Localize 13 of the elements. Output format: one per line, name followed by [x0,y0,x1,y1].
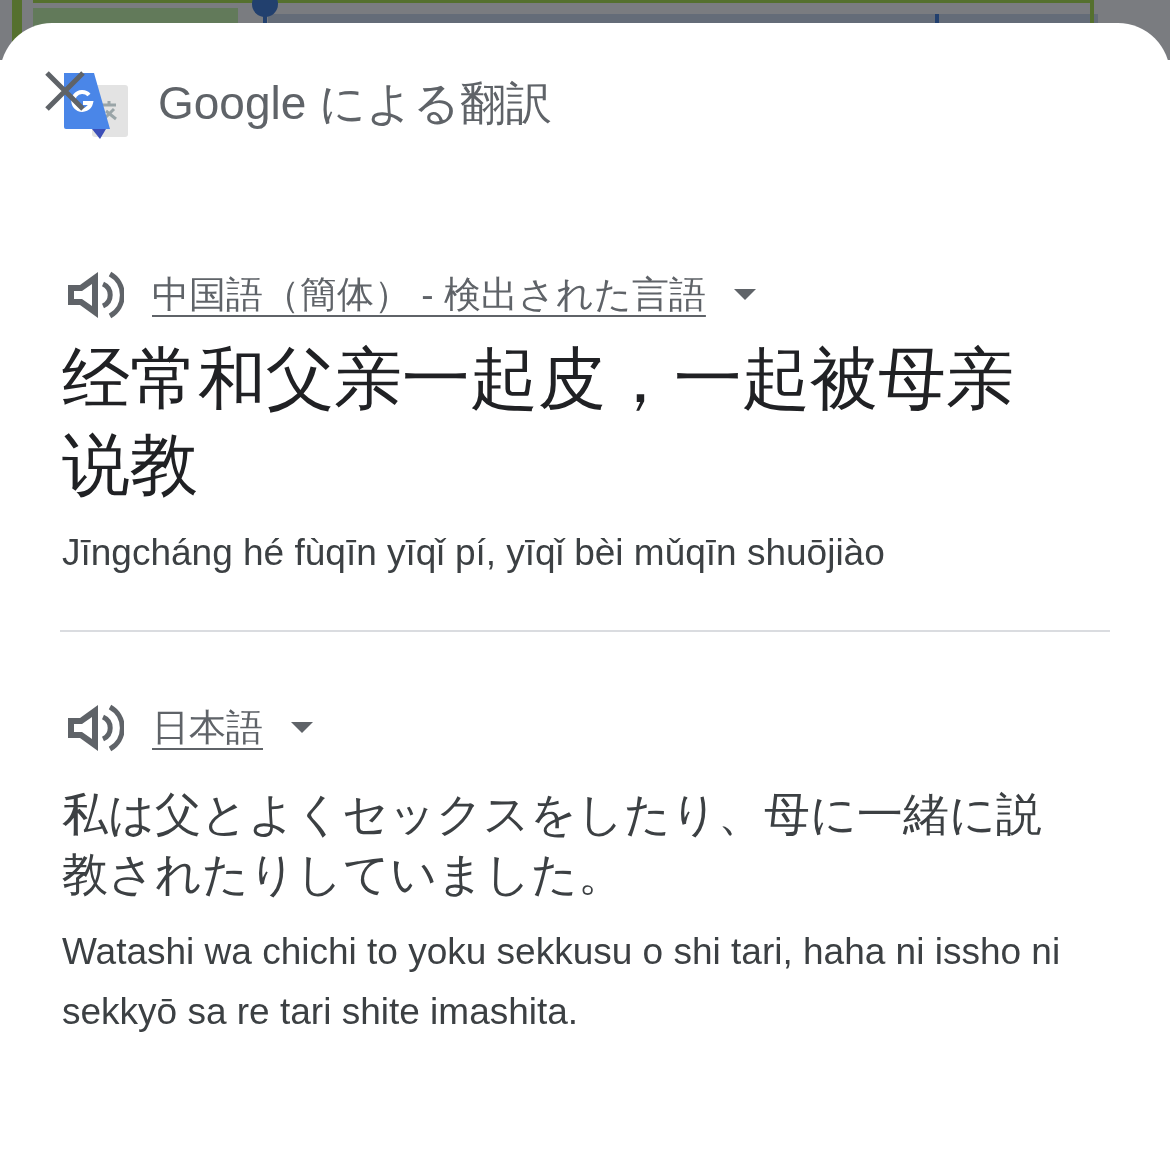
speaker-icon[interactable] [66,702,124,753]
language-link[interactable]: 日本語 [152,700,263,756]
language-link[interactable]: 中国語（簡体） - 検出された言語 [152,267,706,323]
header-title: Google による翻訳 [158,75,553,131]
source-text: 经常和父亲一起皮，一起被母亲说教 [62,338,1015,504]
speaker-icon[interactable] [66,269,124,320]
translated-text: 私は父とよくセックスをしたり、母に一緒に説教されたりしていました。 [62,786,1043,902]
dropdown-caret-icon[interactable] [291,721,313,734]
source-romanization: Jīngcháng hé fùqīn yīqǐ pí, yīqǐ bèi mǔqīn shuōjiào [62,530,886,575]
dropdown-caret-icon[interactable] [733,288,756,301]
translate-logo-icon [62,71,130,139]
close-icon[interactable] [44,70,86,112]
translated-romanization: Watashi wa chichi to yoku sekkusu o shi tari, haha ni issho ni sekkyō sa re tari shite imashita. [62,929,1062,1034]
